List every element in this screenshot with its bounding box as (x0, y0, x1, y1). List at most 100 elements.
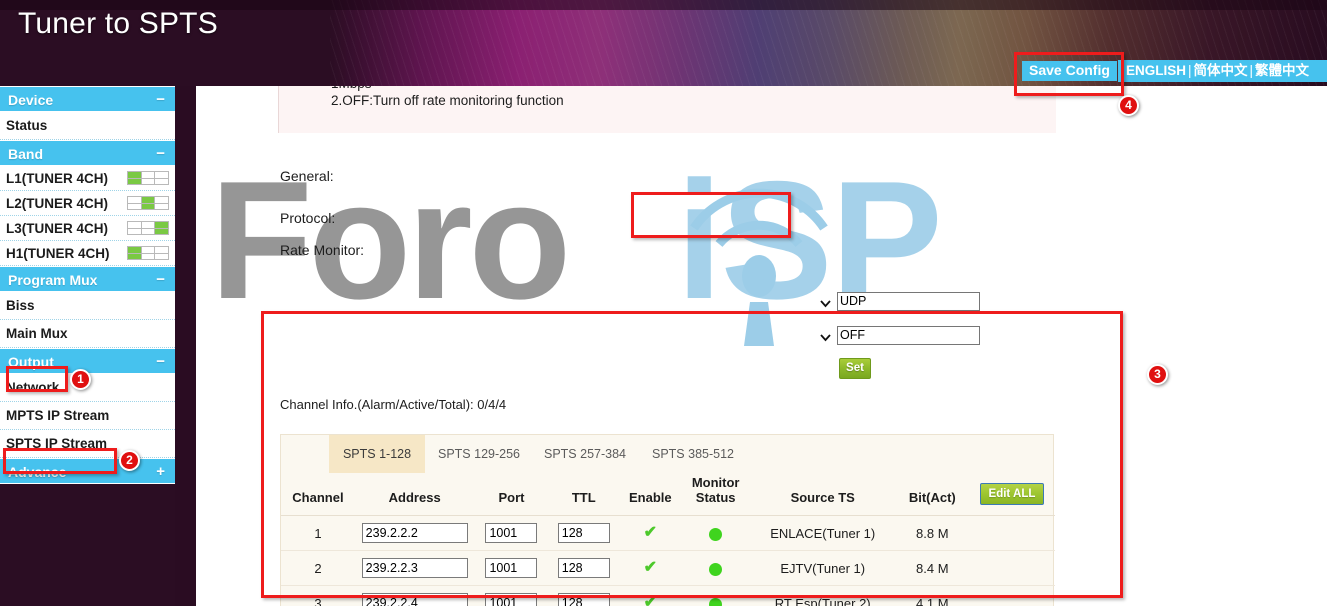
save-config-button[interactable]: Save Config (1022, 61, 1117, 81)
collapse-minus-icon[interactable]: − (156, 267, 165, 293)
status-dot-icon (709, 527, 723, 541)
col-header-monitor-line1: Monitor (691, 475, 740, 490)
sidebar-item-l1-tuner[interactable]: L1(TUNER 4CH) (0, 166, 175, 191)
sidebar-section-band-label: Band (8, 146, 43, 162)
main-content: Foro iSP 1Mbps 2.OFF:Turn off rate monit… (196, 86, 1327, 606)
cell-enable: ✔ (619, 515, 682, 551)
sidebar-item-l2-label: L2(TUNER 4CH) (6, 196, 109, 211)
tuner-status-grid-icon (127, 246, 169, 260)
notice-line-clipped: 1Mbps (331, 86, 372, 91)
tuner-status-grid-icon (127, 221, 169, 235)
ttl-input[interactable] (557, 593, 610, 606)
lang-traditional-chinese[interactable]: 繁體中文 (1255, 63, 1309, 78)
sidebar-section-advance-label: Advance (8, 464, 67, 480)
sidebar-section-program-mux[interactable]: Program Mux − (0, 266, 175, 292)
expand-plus-icon[interactable]: + (156, 459, 165, 485)
language-selector[interactable]: ENGLISH | 简体中文 | 繁體中文 (1118, 60, 1327, 82)
sidebar-section-output-label: Output (8, 354, 54, 370)
collapse-minus-icon[interactable]: − (156, 141, 165, 167)
col-header-monitor-status: Monitor Status (682, 473, 750, 516)
cell-enable: ✔ (619, 550, 682, 586)
protocol-select[interactable]: UDP (837, 292, 980, 311)
port-input[interactable] (485, 523, 538, 543)
table-head: Channel Address Port TTL Enable Monitor … (281, 473, 1055, 516)
cell-edit (968, 550, 1055, 586)
sidebar-section-advance[interactable]: Advance + (0, 458, 175, 484)
annotation-badge-4: 4 (1118, 95, 1139, 116)
sidebar-section-output[interactable]: Output − (0, 348, 175, 374)
general-heading: General: (280, 168, 334, 184)
sidebar-item-l3-label: L3(TUNER 4CH) (6, 221, 109, 236)
sidebar-section-device-label: Device (8, 92, 54, 108)
sidebar-item-biss[interactable]: Biss (0, 292, 175, 320)
sidebar-item-l2-tuner[interactable]: L2(TUNER 4CH) (0, 191, 175, 216)
sidebar-item-status[interactable]: Status (0, 112, 175, 140)
lang-simplified-chinese[interactable]: 简体中文 (1194, 63, 1248, 78)
cell-source-ts: ENLACE(Tuner 1) (749, 515, 896, 551)
tuner-status-grid-icon (127, 171, 169, 185)
col-header-edit-all: Edit ALL (969, 473, 1055, 516)
cell-bit-act: 8.4 M (895, 550, 969, 586)
sidebar-item-h1-tuner[interactable]: H1(TUNER 4CH) (0, 241, 175, 266)
rate-monitor-label: Rate Monitor: (280, 242, 365, 258)
tab-spts-257-384[interactable]: SPTS 257-384 (537, 435, 633, 473)
sidebar-item-l3-tuner[interactable]: L3(TUNER 4CH) (0, 216, 175, 241)
cell-bit-act: 8.8 M (895, 515, 969, 551)
cell-edit (968, 515, 1055, 551)
tab-spts-385-512[interactable]: SPTS 385-512 (645, 435, 741, 473)
cell-bit-act: 4.1 M (895, 585, 969, 606)
lang-english[interactable]: ENGLISH (1126, 63, 1186, 78)
collapse-minus-icon[interactable]: − (156, 87, 165, 113)
col-header-bit-act: Bit(Act) (908, 490, 956, 505)
tab-spts-129-256[interactable]: SPTS 129-256 (431, 435, 527, 473)
col-header-source-ts: Source TS (790, 490, 855, 505)
set-button[interactable]: Set (839, 358, 871, 379)
cell-channel: 2 (281, 550, 355, 586)
wifi-antenna-icon (664, 136, 854, 351)
watermark-text-foro: Foro (210, 146, 571, 334)
sidebar-section-band[interactable]: Band − (0, 140, 175, 166)
ttl-input[interactable] (557, 523, 610, 543)
ttl-input[interactable] (557, 558, 610, 578)
lang-separator-2: | (1249, 63, 1254, 78)
cell-ttl (548, 515, 620, 551)
sidebar-item-status-label: Status (6, 118, 48, 133)
tab-spts-1-128[interactable]: SPTS 1-128 (329, 435, 425, 473)
cell-monitor-status (681, 550, 750, 586)
address-input[interactable] (361, 593, 468, 606)
notice-line-off: 2.OFF:Turn off rate monitoring function (331, 93, 564, 108)
address-input[interactable] (361, 523, 468, 543)
sidebar-section-device[interactable]: Device − (0, 86, 175, 112)
sidebar-item-spts-label: SPTS IP Stream (6, 436, 108, 451)
annotation-badge-3: 3 (1147, 364, 1168, 385)
sidebar-item-mpts-ip-stream[interactable]: MPTS IP Stream (0, 402, 175, 430)
sidebar-item-main-mux[interactable]: Main Mux (0, 320, 175, 348)
col-header-monitor-line2: Status (695, 490, 736, 505)
cell-address (354, 585, 475, 606)
col-header-address: Address (388, 490, 441, 505)
port-input[interactable] (485, 593, 538, 606)
cell-enable: ✔ (619, 585, 682, 606)
sidebar-navigation: Device − Status Band − L1(TUNER 4CH) L2(… (0, 86, 175, 606)
cell-address (354, 550, 475, 586)
col-header-channel: Channel (292, 490, 344, 505)
sidebar-item-network-label: Network (6, 380, 60, 395)
rate-monitor-select[interactable]: OFF (837, 326, 980, 345)
collapse-minus-icon[interactable]: − (156, 349, 165, 375)
sidebar-item-spts-ip-stream[interactable]: SPTS IP Stream (0, 430, 175, 458)
page-title: Tuner to SPTS (18, 7, 218, 40)
lang-separator-1: | (1188, 63, 1192, 78)
cell-ttl (548, 585, 620, 606)
cell-port (474, 585, 549, 606)
col-header-enable: Enable (628, 490, 672, 505)
edit-all-button[interactable]: Edit ALL (979, 483, 1044, 505)
enabled-check-icon[interactable]: ✔ (644, 594, 657, 606)
table-body: 1 ✔ ENLACE(Tuner 1) 8.8 M 2 (281, 515, 1055, 606)
port-input[interactable] (485, 558, 538, 578)
enabled-check-icon[interactable]: ✔ (644, 524, 657, 541)
table-header-row: Channel Address Port TTL Enable Monitor … (281, 473, 1055, 516)
cell-channel: 3 (281, 585, 355, 606)
cell-edit (968, 585, 1055, 606)
enabled-check-icon[interactable]: ✔ (644, 559, 657, 576)
address-input[interactable] (361, 558, 468, 578)
